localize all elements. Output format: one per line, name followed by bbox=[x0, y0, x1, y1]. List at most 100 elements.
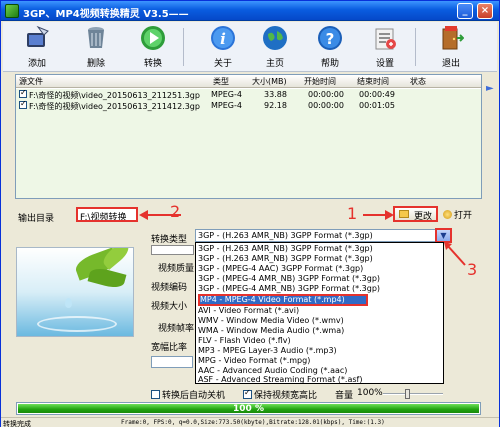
toolbar-separator bbox=[415, 28, 416, 66]
exit-button[interactable]: 退出 bbox=[431, 24, 471, 70]
format-option[interactable]: WMV - Window Media Video (*.wmv) bbox=[198, 316, 442, 326]
volume-thumb[interactable] bbox=[405, 389, 410, 399]
delete-trash-icon bbox=[88, 27, 104, 48]
window-title: 3GP、MP4视频转换精灵 V3.5—— bbox=[23, 9, 189, 20]
title-bar: 3GP、MP4视频转换精灵 V3.5—— _ × bbox=[1, 1, 499, 21]
checkbox-box[interactable] bbox=[151, 390, 160, 399]
exit-label: 退出 bbox=[441, 59, 460, 69]
column-header-end[interactable]: 结束时间 bbox=[357, 76, 389, 87]
file-row[interactable]: F:\奇怪的视频\video_20150613_211412.3gp MPEG-… bbox=[16, 99, 481, 111]
format-option[interactable]: 3GP - (H.263 AMR_NB) 3GPP Format (*.3gp) bbox=[198, 244, 442, 254]
quality-label: 视频质量 bbox=[158, 264, 195, 274]
annotation-number-2: 2 bbox=[170, 202, 181, 221]
row-checkbox[interactable] bbox=[19, 99, 27, 109]
side-run-icon[interactable]: ► bbox=[486, 83, 496, 95]
fps-label: 视频帧率 bbox=[158, 324, 195, 334]
format-option[interactable]: 3GP - (MPEG-4 AMR_NB) 3GPP Format (*.3gp… bbox=[198, 274, 442, 284]
annotation-number-1: 1 bbox=[347, 204, 358, 223]
add-label: 添加 bbox=[27, 59, 46, 69]
annotation-arrowhead bbox=[139, 210, 148, 220]
file-list[interactable]: 源文件 类型 大小(MB) 开始时间 结束时间 状态 F:\奇怪的视频\vide… bbox=[15, 74, 482, 199]
volume-track bbox=[383, 393, 443, 395]
preview-image bbox=[16, 247, 134, 337]
change-dir-button[interactable]: 更改 bbox=[393, 206, 438, 222]
convert-button[interactable]: 转换 bbox=[133, 24, 173, 70]
svg-text:?: ? bbox=[326, 30, 335, 48]
about-button[interactable]: i 关于 bbox=[203, 24, 243, 70]
settings-label: 设置 bbox=[375, 59, 394, 69]
format-option[interactable]: 3GP - (MPEG-4 AMR_NB) 3GPP Format (*.3gp… bbox=[198, 284, 442, 294]
home-label: 主页 bbox=[265, 59, 284, 69]
checkbox-box[interactable] bbox=[243, 388, 252, 399]
status-text: 转换完成 bbox=[3, 420, 31, 427]
aspect-select[interactable] bbox=[151, 356, 193, 368]
toolbar-separator bbox=[183, 28, 184, 66]
file-start: 00:00:00 bbox=[308, 101, 344, 110]
format-option-selected[interactable]: MP4 - MPEG-4 Video Format (*.mp4) bbox=[198, 294, 368, 306]
convert-label: 转换 bbox=[143, 59, 162, 69]
svg-text:i: i bbox=[220, 30, 226, 48]
auto-shutdown-label: 转换后自动关机 bbox=[162, 391, 226, 401]
file-path: F:\奇怪的视频\video_20150613_211412.3gp bbox=[29, 102, 200, 111]
open-folder-icon bbox=[443, 210, 452, 219]
water-drop bbox=[65, 298, 72, 308]
column-header-size[interactable]: 大小(MB) bbox=[252, 76, 287, 87]
settings-icon bbox=[375, 28, 396, 50]
row-checkbox[interactable] bbox=[19, 88, 27, 98]
delete-label: 删除 bbox=[86, 59, 105, 69]
format-option[interactable]: MPG - Video Format (*.mpg) bbox=[198, 356, 442, 366]
format-option[interactable]: 3GP - (MPEG-4 AAC) 3GPP Format (*.3gp) bbox=[198, 264, 442, 274]
format-option[interactable]: MP3 - MPEG Layer-3 Audio (*.mp3) bbox=[198, 346, 442, 356]
file-end: 00:01:05 bbox=[359, 101, 395, 110]
open-dir-label: 打开 bbox=[454, 211, 473, 221]
output-dir-label: 输出目录 bbox=[18, 214, 55, 224]
about-info-icon: i bbox=[211, 26, 235, 50]
column-header-type[interactable]: 类型 bbox=[213, 76, 229, 87]
add-button[interactable]: 添加 bbox=[17, 24, 57, 70]
convert-play-icon bbox=[141, 26, 165, 50]
settings-tab[interactable] bbox=[151, 245, 194, 255]
home-button[interactable]: 主页 bbox=[255, 24, 295, 70]
file-start: 00:00:00 bbox=[308, 90, 344, 99]
volume-slider[interactable] bbox=[383, 389, 443, 399]
close-button[interactable]: × bbox=[477, 3, 493, 19]
convert-type-dropdown-list[interactable]: 3GP - (H.263 AMR_NB) 3GPP Format (*.3gp)… bbox=[195, 242, 444, 384]
convert-type-label: 转换类型 bbox=[151, 235, 188, 245]
settings-button[interactable]: 设置 bbox=[365, 24, 405, 70]
format-option[interactable]: WMA - Window Media Audio (*.wma) bbox=[198, 326, 442, 336]
keep-aspect-checkbox[interactable]: 保持视频宽高比 bbox=[243, 388, 317, 401]
codec-label: 视频编码 bbox=[151, 283, 188, 293]
status-info: Frame:0, FPS:0, q=0.0,Size:773.50(kbyte)… bbox=[121, 419, 385, 426]
delete-button[interactable]: 删除 bbox=[76, 24, 116, 70]
format-option[interactable]: ASF - Advanced Streaming Format (*.asf) bbox=[198, 375, 442, 383]
file-list-header: 源文件 类型 大小(MB) 开始时间 结束时间 状态 bbox=[16, 75, 481, 88]
toolbar: 添加 删除 转换 i 关于 主页 ? 帮助 设置 退出 bbox=[3, 22, 497, 72]
file-row[interactable]: F:\奇怪的视频\video_20150613_211251.3gp MPEG-… bbox=[16, 88, 481, 100]
keep-aspect-label: 保持视频宽高比 bbox=[254, 391, 318, 401]
annotation-number-3: 3 bbox=[467, 260, 478, 279]
convert-type-dropdown-button[interactable]: ▼ bbox=[435, 228, 452, 243]
open-dir-button[interactable]: 打开 bbox=[443, 208, 472, 221]
progress-bar: 100 % bbox=[16, 402, 481, 415]
minimize-button[interactable]: _ bbox=[457, 3, 473, 19]
auto-shutdown-checkbox[interactable]: 转换后自动关机 bbox=[151, 388, 225, 401]
home-globe-icon bbox=[263, 26, 287, 50]
app-window: 3GP、MP4视频转换精灵 V3.5—— _ × 添加 删除 转换 i 关于 主… bbox=[0, 0, 500, 427]
leaf-shape bbox=[87, 265, 127, 291]
column-header-status[interactable]: 状态 bbox=[410, 76, 426, 87]
change-dir-label: 更改 bbox=[413, 212, 432, 222]
progress-text: 100 % bbox=[233, 404, 264, 414]
file-type: MPEG-4 bbox=[211, 101, 242, 110]
add-film-icon bbox=[27, 25, 49, 47]
format-option[interactable]: 3GP - (H.263 AMR_NB) 3GPP Format (*.3gp) bbox=[198, 254, 442, 264]
format-option[interactable]: AVI - Video Format (*.avi) bbox=[198, 306, 442, 316]
column-header-source[interactable]: 源文件 bbox=[19, 76, 43, 87]
help-button[interactable]: ? 帮助 bbox=[310, 24, 350, 70]
convert-type-select[interactable]: 3GP - (H.263 AMR_NB) 3GPP Format (*.3gp) bbox=[195, 229, 451, 242]
annotation-arrowhead bbox=[385, 210, 394, 220]
format-option[interactable]: FLV - Flash Video (*.flv) bbox=[198, 336, 442, 346]
exit-door-icon bbox=[442, 26, 464, 50]
aspect-label: 宽幅比率 bbox=[151, 343, 188, 353]
column-header-start[interactable]: 开始时间 bbox=[304, 76, 336, 87]
output-dir-input[interactable]: F:\视频转换 bbox=[76, 207, 138, 222]
